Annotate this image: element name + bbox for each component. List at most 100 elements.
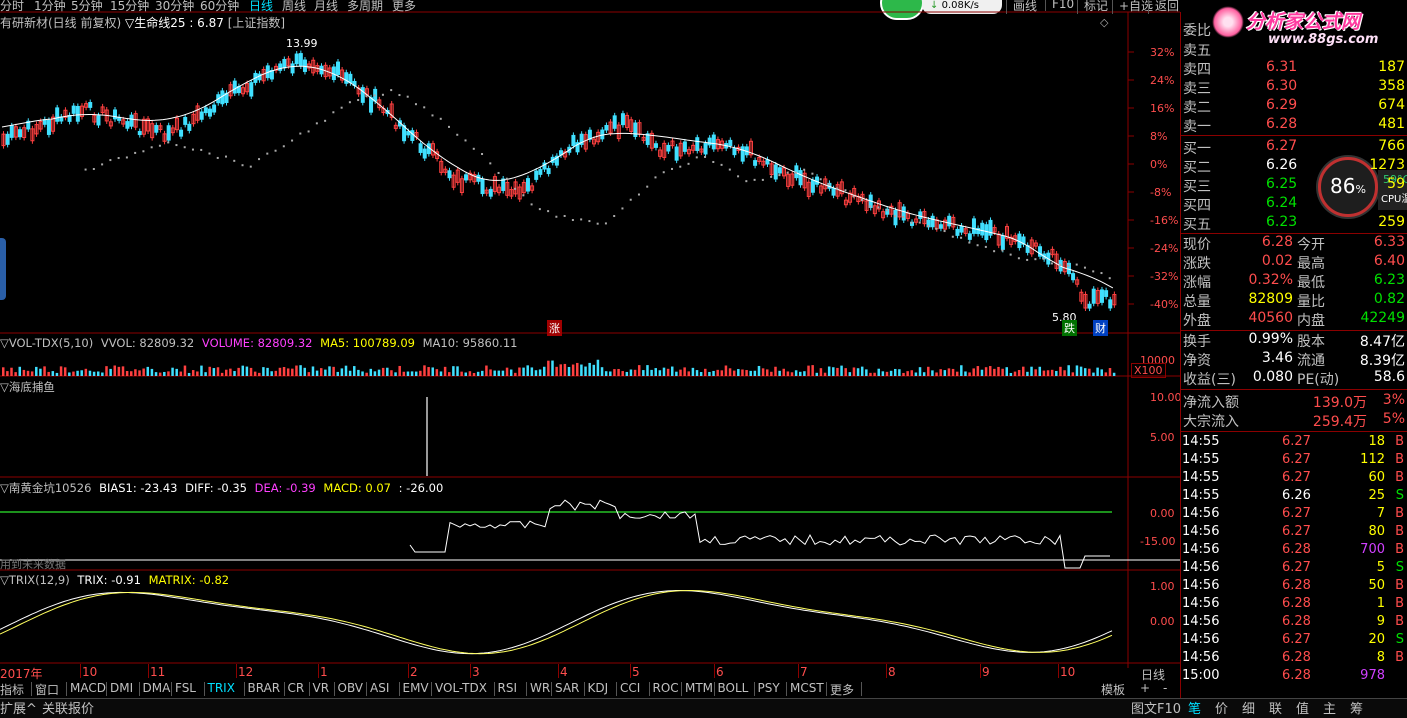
indicator-tab-更多[interactable]: 更多: [830, 681, 854, 698]
status-right-6[interactable]: 主: [1323, 698, 1336, 717]
indicator-tab-cr[interactable]: CR: [288, 681, 305, 695]
indicator-tab-kdj[interactable]: KDJ: [588, 681, 609, 695]
volume-bar: [947, 368, 951, 376]
candle-body: [55, 107, 60, 122]
tab-separator: [243, 682, 245, 696]
tick-price: 6.28: [1282, 542, 1311, 557]
indicator-tab-macd[interactable]: MACD: [70, 681, 106, 695]
dea-value: DEA: -0.39: [254, 481, 316, 495]
toolbar-button-3[interactable]: +自选: [1112, 0, 1153, 14]
status-right-2[interactable]: 价: [1215, 698, 1228, 717]
period-tab-1[interactable]: 1分钟: [34, 0, 66, 14]
indicator-tab-psy[interactable]: PSY: [758, 681, 780, 695]
fund-value: 0.99%: [1248, 331, 1293, 347]
toolbar-button-1[interactable]: F10: [1045, 0, 1074, 11]
template-control-2[interactable]: -: [1163, 681, 1167, 695]
period-tab-10[interactable]: 更多: [392, 0, 416, 14]
finance-marker[interactable]: 财: [1093, 320, 1108, 336]
dotted-ma-point: [604, 222, 607, 225]
status-right-0[interactable]: 图文F10: [1131, 698, 1181, 717]
indicator-tab-mtm[interactable]: MTM: [685, 681, 713, 695]
volume-bar: [695, 370, 699, 376]
matrix-value: MATRIX: -0.82: [148, 573, 230, 587]
volume-bar: [167, 371, 170, 376]
trix-title[interactable]: ▽TRIX(12,9): [0, 573, 70, 587]
indicator-tab-mcst[interactable]: MCST: [790, 681, 824, 695]
status-right-1[interactable]: 笔: [1188, 698, 1201, 717]
period-tab-9[interactable]: 多周期: [347, 0, 383, 14]
volume-bar: [435, 369, 439, 376]
toolbar-button-0[interactable]: 画线: [1006, 0, 1037, 14]
template-control-1[interactable]: +: [1140, 681, 1150, 695]
status-right-5[interactable]: 值: [1296, 698, 1309, 717]
volume-bar: [803, 371, 806, 376]
status-right-4[interactable]: 联: [1269, 698, 1282, 717]
indicator-tab-trix[interactable]: TRIX: [208, 681, 235, 695]
chart-canvas[interactable]: [0, 0, 1180, 668]
quote-value: 0.02: [1261, 253, 1293, 269]
period-tab-7[interactable]: 周线: [282, 0, 306, 14]
indicator-tab-rsi[interactable]: RSI: [498, 681, 518, 695]
toolbar-button-2[interactable]: 标记: [1077, 0, 1108, 14]
volume-bar: [410, 371, 414, 376]
indicator-tab-emv[interactable]: EMV: [403, 681, 429, 695]
volume-bar: [448, 372, 451, 376]
indicator-tab-obv[interactable]: OBV: [338, 681, 364, 695]
volume-bar: [1050, 369, 1054, 376]
gold-title[interactable]: ▽南黄金坑10526: [0, 481, 91, 495]
volume-bar: [753, 370, 757, 376]
indicator-tab-dma[interactable]: DMA: [143, 681, 171, 695]
volume-bar: [398, 365, 401, 376]
indicator-tab-sar[interactable]: SAR: [555, 681, 579, 695]
indicator-tab-dmi[interactable]: DMI: [110, 681, 133, 695]
status-left-0[interactable]: 扩展^: [0, 698, 37, 717]
rise-marker[interactable]: 涨: [547, 320, 562, 336]
dotted-ma-point: [274, 149, 277, 152]
quote-label: 最低: [1297, 275, 1325, 291]
vol-title[interactable]: ▽VOL-TDX(5,10): [0, 336, 93, 350]
indicator-tab-vol-tdx[interactable]: VOL-TDX: [435, 681, 487, 695]
dotted-ma-point: [778, 174, 781, 177]
volume-bar: [497, 370, 501, 376]
tick-price: 6.27: [1282, 560, 1311, 575]
logo-title: 分析家公式网: [1246, 11, 1361, 33]
indicator-tab-vr[interactable]: VR: [313, 681, 330, 695]
tick-volume: 7: [1376, 506, 1385, 521]
indicator-tab-wr[interactable]: WR: [530, 681, 550, 695]
toolbar-button-4[interactable]: 返回: [1148, 0, 1179, 14]
period-tab-4[interactable]: 30分钟: [155, 0, 194, 14]
fish-pane-title[interactable]: ▽海底捕鱼: [0, 379, 55, 395]
volume-bar: [212, 368, 216, 376]
period-tab-5[interactable]: 60分钟: [200, 0, 239, 14]
period-tab-2[interactable]: 5分钟: [71, 0, 103, 14]
template-control-0[interactable]: 模板: [1101, 681, 1125, 698]
status-right-7[interactable]: 筹: [1350, 698, 1363, 717]
volume-bar: [836, 367, 839, 376]
status-right-3[interactable]: 细: [1242, 698, 1255, 717]
indicator-tab-fsl[interactable]: FSL: [175, 681, 196, 695]
dotted-ma-point: [646, 185, 649, 188]
indicator-tab-指标[interactable]: 指标: [0, 681, 24, 698]
sidebar-toggle-handle[interactable]: [0, 238, 6, 300]
dotted-ma-point: [720, 163, 723, 166]
volume-bar: [84, 368, 88, 376]
dotted-ma-point: [580, 218, 583, 221]
indicator-tab-窗口[interactable]: 窗口: [35, 681, 59, 698]
volume-bar: [749, 370, 752, 376]
volume-bar: [51, 371, 55, 376]
status-left-1[interactable]: 关联报价: [42, 698, 94, 717]
indicator-tab-roc[interactable]: ROC: [653, 681, 679, 695]
tab-separator: [31, 682, 32, 696]
tick-time: 14:55: [1182, 488, 1220, 503]
period-tab-6[interactable]: 日线: [249, 0, 273, 14]
period-tab-3[interactable]: 15分钟: [110, 0, 149, 14]
indicator-tab-asi[interactable]: ASI: [370, 681, 389, 695]
period-tab-8[interactable]: 月线: [314, 0, 338, 14]
indicator-tab-boll[interactable]: BOLL: [718, 681, 749, 695]
fall-marker[interactable]: 跌: [1062, 320, 1077, 336]
indicator-tab-cci[interactable]: CCI: [620, 681, 640, 695]
indicator-tab-brar[interactable]: BRAR: [248, 681, 281, 695]
candle-body: [302, 59, 307, 72]
period-tab-0[interactable]: 分时: [0, 0, 24, 14]
dotted-ma-point: [869, 205, 872, 208]
